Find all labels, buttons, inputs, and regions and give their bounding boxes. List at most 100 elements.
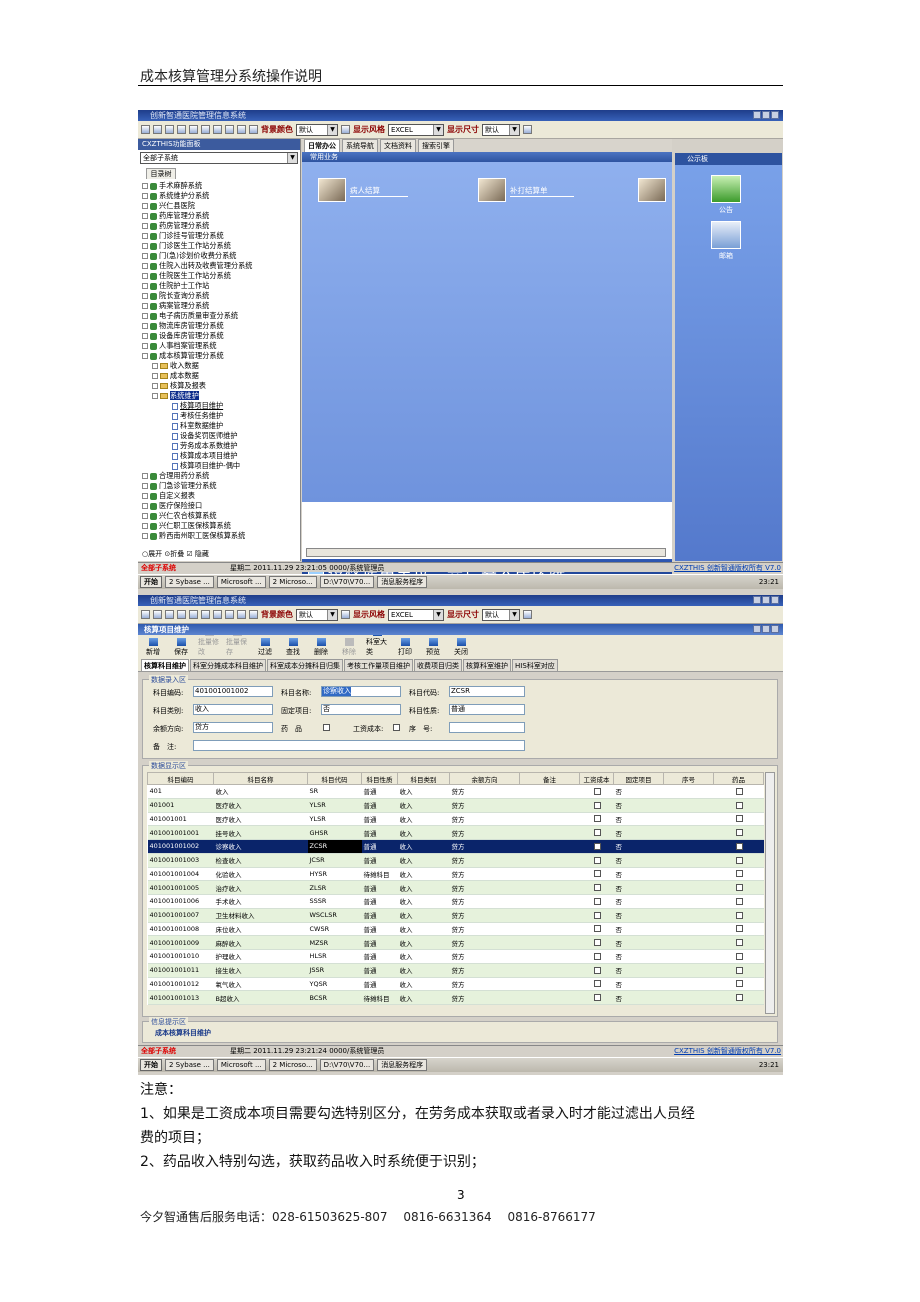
table-cell[interactable]: 贷方 xyxy=(449,990,520,1005)
table-cell[interactable]: 收入 xyxy=(397,839,450,854)
action-button-9[interactable]: 打印 xyxy=(394,638,416,657)
table-cell[interactable]: JSSR xyxy=(307,963,362,978)
expand-toggle[interactable] xyxy=(142,183,148,189)
column-header[interactable]: 固定项目 xyxy=(613,772,664,785)
tree-leaf[interactable]: 核算项目维护-偶中 xyxy=(142,461,300,471)
expand-toggle[interactable] xyxy=(142,203,148,209)
row-checkbox[interactable] xyxy=(736,829,743,837)
table-cell[interactable]: JCSR xyxy=(307,853,362,868)
table-cell[interactable]: GHSR xyxy=(307,825,362,840)
name-field[interactable]: 诊察收入 xyxy=(322,687,351,696)
table-cell[interactable]: 贷方 xyxy=(449,922,520,937)
table-cell[interactable]: 挂号收入 xyxy=(213,825,308,840)
table-cell[interactable]: MZSR xyxy=(307,935,362,950)
help-icon[interactable] xyxy=(249,610,258,619)
table-cell[interactable]: ZCSR xyxy=(307,839,362,854)
expand-toggle[interactable] xyxy=(142,193,148,199)
table-cell[interactable]: SSSR xyxy=(307,894,362,909)
tab-0[interactable]: 日常办公 xyxy=(304,139,340,152)
table-cell[interactable]: CWSR xyxy=(307,922,362,937)
remark-field[interactable] xyxy=(193,740,525,751)
table-cell[interactable]: 贷方 xyxy=(449,935,520,950)
table-cell[interactable]: 手术收入 xyxy=(213,894,308,909)
start-button[interactable]: 开始 xyxy=(140,576,162,588)
tree-node[interactable]: 系统维护分系统 xyxy=(142,191,300,201)
table-cell[interactable]: 普通 xyxy=(361,908,398,923)
checkbox-cell[interactable] xyxy=(579,812,614,827)
table-row[interactable]: 401001001003 检查收入 JCSR 普通 收入 贷方 否 xyxy=(147,853,764,868)
table-cell[interactable]: 普通 xyxy=(361,825,398,840)
table-cell[interactable]: 床位收入 xyxy=(213,922,308,937)
taskbar-item[interactable]: Microsoft ... xyxy=(216,1059,266,1071)
table-cell[interactable]: 否 xyxy=(613,784,664,799)
table-scrollbar[interactable] xyxy=(765,772,775,1014)
action-button-6[interactable]: 删除 xyxy=(310,638,332,657)
table-cell[interactable]: 普通 xyxy=(361,798,398,813)
table-cell[interactable] xyxy=(663,949,714,964)
home-icon[interactable] xyxy=(141,125,150,134)
checkbox-cell[interactable] xyxy=(713,812,764,827)
tree-node[interactable]: 收入数据 xyxy=(142,361,300,371)
expand-toggle[interactable] xyxy=(152,363,158,369)
expand-toggle[interactable] xyxy=(152,373,158,379)
checkbox-cell[interactable] xyxy=(579,894,614,909)
table-cell[interactable]: 贷方 xyxy=(449,853,520,868)
tree-node[interactable]: 物流库房管理分系统 xyxy=(142,321,300,331)
expand-toggle[interactable] xyxy=(142,213,148,219)
table-cell[interactable] xyxy=(663,812,714,827)
style-select[interactable]: EXCEL xyxy=(388,608,444,621)
table-cell[interactable]: 待摊科目 xyxy=(361,867,398,882)
row-checkbox[interactable] xyxy=(736,801,743,809)
row-checkbox[interactable] xyxy=(736,856,743,864)
grid-icon[interactable] xyxy=(201,125,210,134)
tree-node[interactable]: 门诊挂号管理分系统 xyxy=(142,231,300,241)
table-row[interactable]: 401001001007 卫生材料收入 WSCLSR 普通 收入 贷方 否 xyxy=(147,908,764,923)
row-checkbox[interactable] xyxy=(594,980,601,988)
checkbox-cell[interactable] xyxy=(579,963,614,978)
row-checkbox[interactable] xyxy=(736,815,743,823)
table-cell[interactable]: 401001001 xyxy=(147,812,214,827)
table-cell[interactable]: 医疗收入 xyxy=(213,812,308,827)
tree-node[interactable]: 手术麻醉系统 xyxy=(142,181,300,191)
maint-tab-6[interactable]: HIS科室对应 xyxy=(512,659,558,671)
size-select[interactable]: 默认 xyxy=(482,123,520,136)
column-header[interactable]: 科目性质 xyxy=(361,772,398,785)
expand-toggle[interactable] xyxy=(142,233,148,239)
table-cell[interactable]: 401001001005 xyxy=(147,880,214,895)
checkbox-cell[interactable] xyxy=(713,839,764,854)
table-cell[interactable] xyxy=(519,949,580,964)
table-cell[interactable]: YLSR xyxy=(307,798,362,813)
table-cell[interactable]: 收入 xyxy=(397,812,450,827)
status-copyright[interactable]: CXZTHIS 创新智通版权所有 V7.0 xyxy=(674,1046,781,1056)
tree-node[interactable]: 设备库房管理分系统 xyxy=(142,331,300,341)
checkbox-cell[interactable] xyxy=(579,935,614,950)
style-select[interactable]: EXCEL xyxy=(388,123,444,136)
table-cell[interactable]: 否 xyxy=(613,894,664,909)
checkbox-cell[interactable] xyxy=(579,922,614,937)
checkbox-cell[interactable] xyxy=(713,894,764,909)
tree-node[interactable]: 电子病历质量审查分系统 xyxy=(142,311,300,321)
checkbox-cell[interactable] xyxy=(579,798,614,813)
row-checkbox[interactable] xyxy=(736,966,743,974)
table-cell[interactable]: 收入 xyxy=(397,935,450,950)
expand-toggle[interactable] xyxy=(142,283,148,289)
checkbox-cell[interactable] xyxy=(713,908,764,923)
help-icon[interactable] xyxy=(249,125,258,134)
table-row[interactable]: 401001001001 挂号收入 GHSR 普通 收入 贷方 否 xyxy=(147,825,764,840)
tree-leaf[interactable]: 考核任务维护 xyxy=(142,411,300,421)
table-cell[interactable] xyxy=(519,935,580,950)
taskbar-item[interactable]: D:\V70\V70... xyxy=(319,576,375,588)
maint-tab-2[interactable]: 科室成本分摊科目归集 xyxy=(267,659,343,671)
checkbox-cell[interactable] xyxy=(713,853,764,868)
table-row[interactable]: 401001001 医疗收入 YLSR 普通 收入 贷方 否 xyxy=(147,812,764,827)
tree-node-maintenance[interactable]: 系统维护 xyxy=(142,391,300,401)
minimize-button[interactable] xyxy=(753,111,761,119)
tree-node[interactable]: 病案管理分系统 xyxy=(142,301,300,311)
table-cell[interactable]: 否 xyxy=(613,798,664,813)
taskbar-item[interactable]: 2 Microso... xyxy=(268,1059,317,1071)
table-cell[interactable]: 护理收入 xyxy=(213,949,308,964)
status-copyright[interactable]: CXZTHIS 创新智通版权所有 V7.0 xyxy=(674,563,781,573)
table-cell[interactable] xyxy=(519,839,580,854)
action-button-1[interactable]: 保存 xyxy=(170,638,192,657)
table-row[interactable]: 401001001012 氧气收入 YQSR 普通 收入 贷方 否 xyxy=(147,977,764,992)
